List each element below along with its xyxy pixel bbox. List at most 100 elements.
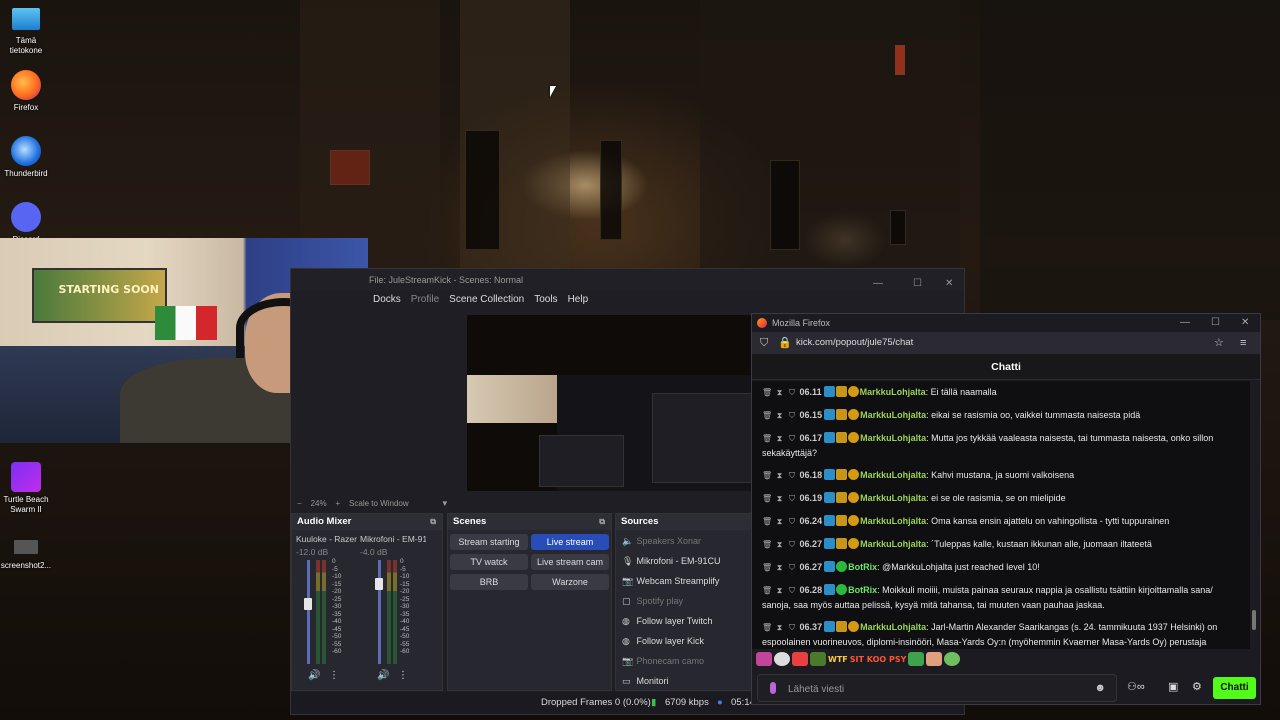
timeout-icon[interactable]: ⧗ <box>775 492 785 506</box>
delete-icon[interactable]: 🗑 <box>762 515 772 529</box>
delete-icon[interactable]: 🗑 <box>762 386 772 400</box>
timeout-icon[interactable]: ⧗ <box>775 409 785 423</box>
minimize-icon[interactable]: — <box>873 273 883 295</box>
delete-icon[interactable]: 🗑 <box>762 561 772 575</box>
emote-icon[interactable] <box>810 652 826 666</box>
source-monitor[interactable]: ▭ Monitori <box>622 674 669 688</box>
source-microphone[interactable]: 🎙 Mikrofoni - EM-91CU <box>622 554 721 568</box>
close-icon[interactable]: ✕ <box>945 273 953 295</box>
message-username[interactable]: MarkkuLohjalta <box>860 516 926 526</box>
ban-icon[interactable]: ⛉ <box>787 621 797 635</box>
source-follow-kick[interactable]: ◍ Follow layer Kick <box>622 634 704 648</box>
obs-preview-canvas[interactable] <box>467 315 756 491</box>
message-username[interactable]: MarkkuLohjalta <box>860 410 926 420</box>
timeout-icon[interactable]: ⧗ <box>775 469 785 483</box>
gear-icon[interactable]: ⚙ <box>1192 680 1202 693</box>
delete-icon[interactable]: 🗑 <box>762 538 772 552</box>
zoom-in-button[interactable]: + <box>335 499 340 508</box>
ban-icon[interactable]: ⛉ <box>787 515 797 529</box>
shield-icon[interactable]: ⛉ <box>760 332 768 354</box>
ban-icon[interactable]: ⛉ <box>787 584 797 598</box>
emote-icon[interactable] <box>756 652 772 666</box>
chat-messages[interactable]: 🗑 ⧗ ⛉ 06.11 MarkkuLohjalta: Ei tällä naam… <box>752 381 1250 649</box>
menu-docks[interactable]: Docks <box>373 291 401 309</box>
scene-live-stream[interactable]: Live stream <box>531 534 609 550</box>
delete-icon[interactable]: 🗑 <box>762 584 772 598</box>
emote-icon[interactable] <box>774 652 790 666</box>
message-username[interactable]: MarkkuLohjalta <box>860 493 926 503</box>
ban-icon[interactable]: ⛉ <box>787 538 797 552</box>
more-options-icon[interactable]: ⋮ <box>398 670 408 681</box>
timeout-icon[interactable]: ⧗ <box>775 386 785 400</box>
timeout-icon[interactable]: ⧗ <box>775 584 785 598</box>
chat-scrollbar[interactable] <box>1252 610 1256 630</box>
message-username[interactable]: BotRix <box>848 562 877 572</box>
delete-icon[interactable]: 🗑 <box>762 621 772 635</box>
chevron-down-icon[interactable]: ▼ <box>441 499 449 508</box>
scene-tv-watck[interactable]: TV watck <box>450 554 528 570</box>
ban-icon[interactable]: ⛉ <box>787 386 797 400</box>
bookmark-star-icon[interactable]: ☆ <box>1214 332 1224 354</box>
ban-icon[interactable]: ⛉ <box>787 409 797 423</box>
zoom-out-button[interactable]: − <box>297 499 302 508</box>
scene-stream-starting[interactable]: Stream starting <box>450 534 528 550</box>
speaker-mute-icon[interactable]: 🔊 <box>377 670 389 681</box>
emote-icon[interactable] <box>926 652 943 666</box>
emote-icon[interactable] <box>944 652 961 666</box>
ban-icon[interactable]: ⛉ <box>787 492 797 506</box>
message-username[interactable]: MarkkuLohjalta <box>860 387 926 397</box>
volume-slider-handle[interactable] <box>304 598 312 610</box>
desktop-icon-this-pc[interactable]: Tämä tietokone <box>0 8 52 56</box>
source-spotify[interactable]: ▢ Spotify play <box>622 594 683 608</box>
microphone-icon[interactable] <box>770 682 776 694</box>
desktop-icon-firefox[interactable]: Firefox <box>0 70 52 113</box>
scale-mode-select[interactable]: Scale to Window <box>349 499 409 508</box>
source-speakers-xonar[interactable]: 🔈 Speakers Xonar <box>622 534 701 548</box>
menu-scene-collection[interactable]: Scene Collection <box>449 291 524 309</box>
message-username[interactable]: MarkkuLohjalta <box>860 539 926 549</box>
message-username[interactable]: MarkkuLohjalta <box>860 470 926 480</box>
maximize-icon[interactable]: ☐ <box>913 273 922 295</box>
address-bar[interactable]: ⛉ 🔒 kick.com/popout/jule75/chat ☆ ≡ <box>752 332 1260 354</box>
desktop-icon-screenshot[interactable]: screenshot2... <box>0 540 52 571</box>
source-webcam[interactable]: 📷 Webcam Streamplify <box>622 574 719 588</box>
timeout-icon[interactable]: ⧗ <box>775 515 785 529</box>
volume-slider-track[interactable] <box>307 560 310 664</box>
timeout-icon[interactable]: ⧗ <box>775 561 785 575</box>
emote-icon[interactable] <box>908 652 925 666</box>
source-phonecam[interactable]: 📷 Phonecam camo <box>622 654 704 668</box>
scene-brb[interactable]: BRB <box>450 574 528 590</box>
url-text[interactable]: kick.com/popout/jule75/chat <box>796 337 913 348</box>
emote-wtf[interactable]: WTF <box>828 655 848 664</box>
menu-help[interactable]: Help <box>568 291 589 309</box>
timeout-icon[interactable]: ⧗ <box>775 538 785 552</box>
more-options-icon[interactable]: ⋮ <box>329 670 339 681</box>
delete-icon[interactable]: 🗑 <box>762 409 772 423</box>
scene-live-stream-cam[interactable]: Live stream cam <box>531 554 609 570</box>
source-follow-twitch[interactable]: ◍ Follow layer Twitch <box>622 614 712 628</box>
gift-icon[interactable]: ▣ <box>1168 680 1178 693</box>
menu-profile[interactable]: Profile <box>411 291 439 309</box>
minimize-icon[interactable]: — <box>1180 314 1190 332</box>
menu-tools[interactable]: Tools <box>534 291 557 309</box>
speaker-mute-icon[interactable]: 🔊 <box>308 670 320 681</box>
delete-icon[interactable]: 🗑 <box>762 469 772 483</box>
ban-icon[interactable]: ⛉ <box>787 432 797 446</box>
users-icon[interactable]: ⚇∞ <box>1127 680 1145 693</box>
scene-warzone[interactable]: Warzone <box>531 574 609 590</box>
emote-sit-koo-psy[interactable]: SIT KOO PSY <box>850 655 907 664</box>
timeout-icon[interactable]: ⧗ <box>775 432 785 446</box>
chat-message-input[interactable] <box>788 681 1088 697</box>
emoji-icon[interactable]: ☻ <box>1094 682 1106 694</box>
emote-icon[interactable] <box>792 652 808 666</box>
delete-icon[interactable]: 🗑 <box>762 432 772 446</box>
maximize-icon[interactable]: ☐ <box>1211 314 1220 332</box>
ban-icon[interactable]: ⛉ <box>787 469 797 483</box>
message-username[interactable]: MarkkuLohjalta <box>860 433 926 443</box>
close-icon[interactable]: ✕ <box>1241 314 1249 332</box>
ban-icon[interactable]: ⛉ <box>787 561 797 575</box>
chat-input-box[interactable]: ☻ <box>757 674 1117 702</box>
timeout-icon[interactable]: ⧗ <box>775 621 785 635</box>
message-username[interactable]: BotRix <box>848 585 877 595</box>
desktop-icon-turtle-beach[interactable]: Turtle Beach Swarm II <box>0 462 52 515</box>
